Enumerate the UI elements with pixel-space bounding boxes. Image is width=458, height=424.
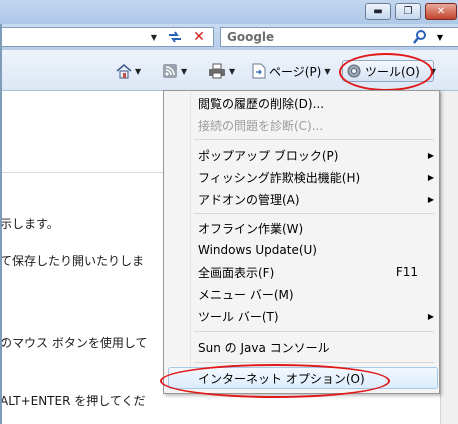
window-left-border (0, 24, 2, 424)
feeds-button[interactable]: ▼ (162, 62, 187, 80)
menu-item-diagnose-connection: 接続の問題を診断(C)... (198, 118, 324, 133)
title-bar: ▬ ❐ ✕ (0, 0, 458, 24)
submenu-arrow-icon: ▶ (427, 172, 434, 182)
page-menu-button[interactable]: ページ(P) ▼ (252, 62, 331, 80)
maximize-button[interactable]: ❐ (395, 3, 421, 20)
maximize-icon: ❐ (403, 5, 413, 17)
shortcut-label: F11 (395, 265, 418, 279)
menu-item-menu-bar[interactable]: メニュー バー(M) (198, 283, 434, 305)
menu-icon-gutter (190, 92, 191, 392)
menu-item-toolbars[interactable]: ツール バー(T) ▶ (198, 305, 434, 327)
menu-separator (194, 362, 434, 363)
submenu-arrow-icon: ▶ (427, 150, 434, 160)
stop-icon[interactable]: ✕ (188, 28, 210, 46)
vertical-scrollbar[interactable] (440, 91, 458, 424)
close-icon: ✕ (436, 5, 446, 17)
home-icon (116, 64, 132, 79)
menu-separator (194, 331, 434, 332)
address-bar[interactable]: ▼ ✕ (0, 27, 214, 47)
page-dropdown-icon[interactable]: ▼ (324, 67, 330, 76)
address-dropdown-icon[interactable]: ▼ (148, 28, 160, 46)
menu-item-delete-browsing-history[interactable]: 閲覧の履歴の削除(D)... (198, 92, 434, 114)
menu-item-java-console[interactable]: Sun の Java コンソール (198, 336, 434, 358)
page-menu-label: ページ(P) (269, 64, 322, 79)
internet-options-annotation-ellipse (160, 364, 390, 398)
print-dropdown-icon[interactable]: ▼ (229, 67, 235, 76)
home-button[interactable]: ▼ (116, 62, 141, 80)
navigation-bar: ▼ ✕ Google ▼ (0, 24, 458, 50)
submenu-arrow-icon: ▶ (427, 311, 434, 321)
tools-dropdown-menu: 閲覧の履歴の削除(D)... 接続の問題を診断(C)... ポップアップ ブロッ… (163, 90, 440, 394)
submenu-arrow-icon: ▶ (427, 194, 434, 204)
refresh-icon[interactable] (164, 28, 186, 46)
menu-item-popup-blocker[interactable]: ポップアップ ブロック(P) ▶ (198, 144, 434, 166)
close-button[interactable]: ✕ (425, 3, 457, 20)
print-button[interactable]: ▼ (208, 62, 235, 80)
search-icon[interactable] (411, 29, 429, 45)
page-icon (252, 63, 266, 79)
search-provider-text: Google (227, 30, 275, 44)
search-box[interactable]: Google ▼ (220, 27, 458, 47)
search-dropdown-icon[interactable]: ▼ (433, 28, 447, 46)
feeds-dropdown-icon[interactable]: ▼ (181, 67, 187, 76)
minimize-icon: ▬ (373, 5, 383, 17)
tools-annotation-ellipse (339, 53, 433, 91)
menu-item-work-offline[interactable]: オフライン作業(W) (198, 217, 434, 239)
home-dropdown-icon[interactable]: ▼ (135, 67, 141, 76)
rss-feed-icon (163, 64, 177, 78)
page-text-line: 示します。 (0, 217, 59, 231)
page-text-line: て保存したり開いたりしま (0, 254, 145, 268)
menu-item-phishing-filter[interactable]: フィッシング詐欺検出機能(H) ▶ (198, 166, 434, 188)
menu-item-manage-addons[interactable]: アドオンの管理(A) ▶ (198, 188, 434, 210)
menu-item-windows-update[interactable]: Windows Update(U) (198, 239, 434, 261)
page-text-line: のマウス ボタンを使用して (0, 336, 148, 350)
menu-item-full-screen[interactable]: 全画面表示(F) F11 (198, 261, 434, 283)
page-text-line: ALT+ENTER を押してくだ (0, 394, 146, 408)
menu-separator (194, 139, 434, 140)
menu-separator (194, 213, 434, 214)
minimize-button[interactable]: ▬ (365, 3, 391, 20)
print-icon (209, 63, 225, 79)
